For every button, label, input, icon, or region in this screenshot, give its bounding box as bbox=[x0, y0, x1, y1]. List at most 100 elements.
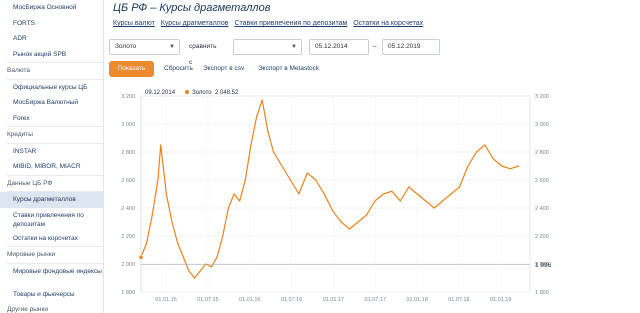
date-separator: – bbox=[373, 43, 377, 50]
sidebar-item[interactable]: МосБиржа Основной bbox=[0, 0, 103, 16]
data-point bbox=[177, 242, 179, 244]
y-tick-label-left: 1 800 bbox=[121, 290, 135, 296]
data-point bbox=[216, 256, 218, 258]
date-to-value: 05.12.2019 bbox=[388, 43, 421, 50]
plot-area bbox=[140, 95, 531, 293]
data-point bbox=[332, 210, 334, 212]
x-tick-label: 01.07.17 bbox=[365, 297, 386, 303]
sidebar-item[interactable]: Товары и фьючерсы bbox=[0, 287, 103, 303]
tab-bar: Курсы валют Курсы драгметаллов Ставки пр… bbox=[113, 20, 423, 32]
data-point bbox=[442, 200, 444, 202]
data-point bbox=[467, 165, 469, 167]
sidebar-item[interactable]: Официальные курсы ЦБ bbox=[0, 80, 103, 96]
sidebar-item[interactable]: Forex bbox=[0, 111, 103, 127]
data-point bbox=[272, 151, 275, 153]
data-point bbox=[210, 266, 213, 268]
chevron-down-icon: ▼ bbox=[169, 44, 175, 50]
sidebar-section-heading: Данные ЦБ РФ bbox=[7, 179, 53, 187]
sidebar-section-heading: Другие рынки bbox=[7, 306, 48, 313]
sidebar-section-heading: Валюта bbox=[7, 67, 30, 74]
x-tick-label: 01.07.16 bbox=[281, 297, 302, 303]
y-tick-label-left: 2 800 bbox=[121, 150, 135, 156]
y-tick-label-left: 2 600 bbox=[121, 178, 135, 184]
data-point bbox=[306, 172, 308, 174]
data-point bbox=[146, 242, 148, 244]
data-point bbox=[199, 270, 201, 272]
data-point bbox=[458, 186, 461, 188]
y-tick-label-right: 1 800 bbox=[535, 290, 549, 296]
tab-precious-metals[interactable]: Курсы драгметаллов bbox=[161, 20, 229, 32]
data-point bbox=[416, 193, 418, 195]
data-point bbox=[157, 179, 159, 181]
sidebar-item[interactable]: MIBID, MIBOR, MIACR bbox=[0, 159, 103, 175]
data-point bbox=[340, 221, 342, 223]
tab-correspondent-balances[interactable]: Остатки на корсчетах bbox=[353, 20, 423, 32]
data-point bbox=[492, 158, 494, 160]
y-tick-label-left: 3 200 bbox=[121, 94, 135, 100]
date-to-input[interactable]: 05.12.2019 bbox=[382, 39, 440, 55]
metal-select-value: Золото bbox=[115, 43, 137, 50]
y-tick-label-left: 2 000 bbox=[121, 262, 135, 268]
y-tick-label-left: 2 400 bbox=[121, 206, 135, 212]
export-csv-link[interactable]: Экспорт в csv bbox=[203, 61, 244, 77]
current-value-label: 1 996 bbox=[535, 262, 552, 269]
compare-select[interactable]: ▼ bbox=[233, 39, 302, 55]
data-point bbox=[267, 130, 269, 132]
data-point bbox=[250, 144, 252, 146]
y-tick-label-right: 3 200 bbox=[535, 94, 549, 100]
y-tick-label-right: 2 800 bbox=[535, 150, 549, 156]
date-from-input[interactable]: 05.12.2014 bbox=[309, 39, 369, 55]
data-point bbox=[188, 270, 190, 272]
sidebar-item[interactable]: INSTAR bbox=[0, 144, 103, 160]
y-tick-label-right: 2 400 bbox=[535, 206, 549, 212]
tab-currency-rates[interactable]: Курсы валют bbox=[113, 20, 155, 32]
data-point bbox=[425, 200, 427, 202]
data-point bbox=[233, 193, 235, 195]
data-point bbox=[298, 193, 300, 195]
x-tick-label: 01.01.17 bbox=[323, 297, 344, 303]
x-tick-label: 01.01.16 bbox=[239, 297, 260, 303]
x-tick-label: 01.07.15 bbox=[197, 297, 218, 303]
data-point bbox=[244, 179, 246, 181]
tab-deposit-rates[interactable]: Ставки привлечения по депозитам bbox=[234, 20, 347, 32]
metal-select[interactable]: Золото ▼ bbox=[109, 39, 180, 55]
data-point bbox=[255, 116, 258, 118]
reset-button[interactable]: Сбросить bbox=[164, 61, 193, 77]
data-point bbox=[501, 165, 503, 167]
data-point bbox=[391, 190, 393, 192]
sidebar-item[interactable]: Мировые фондовые индексы bbox=[0, 264, 103, 287]
data-point bbox=[289, 179, 291, 181]
tooltip-value: 2 048.52 bbox=[215, 90, 239, 96]
sidebar-item[interactable]: Рынок акций SPB bbox=[0, 47, 103, 63]
y-tick-label-left: 3 000 bbox=[121, 122, 135, 128]
data-point bbox=[160, 144, 162, 146]
data-point bbox=[408, 186, 410, 188]
show-button[interactable]: Показать bbox=[109, 61, 154, 77]
export-metastock-link[interactable]: Экспорт в Metastock bbox=[258, 61, 319, 77]
x-tick-label: 01.01.18 bbox=[406, 297, 427, 303]
data-point bbox=[315, 179, 317, 181]
data-point bbox=[222, 235, 224, 237]
sidebar-section-heading: Мировые рынки bbox=[7, 251, 56, 258]
sidebar-item[interactable]: Остатки на корсчетах bbox=[0, 231, 103, 247]
data-point bbox=[365, 214, 368, 216]
main-panel: ЦБ РФ – Курсы драгметаллов Курсы валют К… bbox=[104, 0, 640, 313]
data-point bbox=[433, 207, 435, 209]
y-tick-label-right: 3 000 bbox=[535, 122, 549, 128]
data-point bbox=[348, 228, 351, 230]
data-point bbox=[227, 207, 229, 209]
data-point bbox=[484, 144, 486, 146]
sidebar-item[interactable]: МосБиржа Валютный bbox=[0, 95, 103, 111]
tooltip-series: Золото bbox=[192, 90, 212, 96]
sidebar-item[interactable]: FORTS bbox=[0, 16, 103, 32]
data-point bbox=[382, 193, 385, 195]
page-title: ЦБ РФ – Курсы драгметаллов bbox=[113, 2, 271, 14]
sidebar-item[interactable]: Курсы драгметаллов bbox=[0, 192, 103, 208]
x-tick-label: 01.07.18 bbox=[448, 297, 469, 303]
data-point bbox=[518, 165, 520, 167]
sidebar-item[interactable]: Ставки привлечения по депозитам bbox=[0, 208, 103, 231]
y-tick-label-right: 2 200 bbox=[535, 234, 549, 240]
data-point bbox=[193, 277, 196, 279]
data-point bbox=[171, 221, 173, 223]
sidebar-item[interactable]: ADR bbox=[0, 31, 103, 47]
